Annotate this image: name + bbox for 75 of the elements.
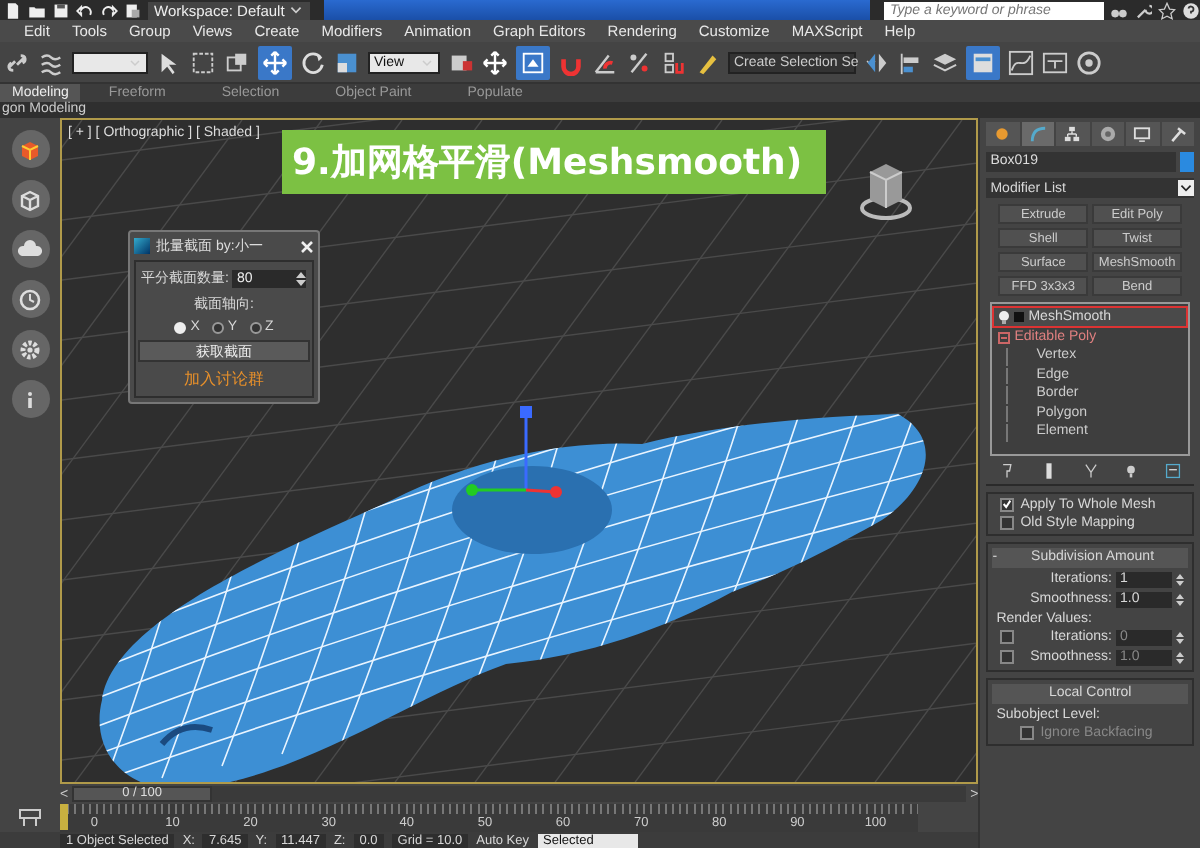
clock-icon: [16, 285, 44, 313]
close-icon[interactable]: [300, 239, 314, 253]
scale-icon[interactable]: [334, 49, 360, 75]
spinner-snap-icon[interactable]: [660, 49, 686, 75]
clock-button[interactable]: [11, 280, 49, 318]
display-icon: [1132, 124, 1153, 144]
align-icon[interactable]: [898, 49, 924, 75]
explorer-icon: [970, 49, 996, 75]
chevron-icon: [288, 2, 305, 18]
curve-graph-icon[interactable]: [1008, 49, 1034, 75]
command-panel-tab[interactable]: [986, 122, 1020, 146]
bulb-icon[interactable]: [1122, 461, 1141, 479]
angle-snap-icon[interactable]: [592, 49, 618, 75]
gear-button[interactable]: [11, 330, 49, 368]
percent-snap-icon[interactable]: [626, 49, 652, 75]
chevron-icon: [420, 55, 434, 69]
checkmark-icon: [1002, 498, 1013, 510]
view-cube-icon[interactable]: [860, 160, 913, 220]
keyframe-marker: [60, 804, 68, 830]
layers-icon[interactable]: [932, 49, 958, 75]
discussion-link[interactable]: 加入讨论群: [184, 368, 264, 390]
fork-icon[interactable]: [1081, 461, 1100, 479]
info-button[interactable]: [11, 380, 49, 418]
create-box-button[interactable]: [11, 130, 49, 168]
square-icon: [1014, 312, 1025, 322]
title-banner: 9.加网格平滑(Meshsmooth): [282, 130, 827, 194]
toolbar-button[interactable]: [258, 45, 292, 79]
collapse-icon[interactable]: [998, 331, 1011, 343]
spinner-arrows-icon[interactable]: [1176, 649, 1184, 665]
project-icon[interactable]: [124, 1, 142, 19]
toolbar-button[interactable]: [516, 45, 550, 79]
window-icon[interactable]: [224, 49, 250, 75]
undo-icon[interactable]: [76, 1, 94, 19]
command-panel-tab[interactable]: [1091, 122, 1125, 146]
redo-icon[interactable]: [100, 1, 118, 19]
wave-icon[interactable]: [38, 49, 64, 75]
star-icon[interactable]: [1158, 1, 1176, 19]
app-logo-icon: [134, 238, 150, 254]
spinner-arrows-icon[interactable]: [296, 269, 307, 287]
spinner-arrows-icon[interactable]: [1176, 591, 1184, 607]
chevron-icon: [1178, 180, 1194, 196]
hammer-icon: [1167, 124, 1188, 144]
motion-icon: [1097, 124, 1118, 144]
sun-icon: [992, 124, 1013, 144]
mirror-icon[interactable]: [864, 49, 890, 75]
hierarchy-icon: [1062, 124, 1083, 144]
command-panel-tab[interactable]: [1161, 122, 1195, 146]
curve-editor-icon[interactable]: [18, 808, 42, 828]
save-icon[interactable]: [52, 1, 70, 19]
rectangle-select-icon[interactable]: [190, 49, 216, 75]
wrench-icon[interactable]: [1134, 1, 1152, 19]
transform-gizmo-icon[interactable]: [466, 406, 562, 498]
spinner-arrows-icon[interactable]: [1176, 571, 1184, 587]
gear-icon: [16, 335, 44, 363]
command-panel-tab[interactable]: [1021, 122, 1055, 146]
rotate-icon[interactable]: [300, 49, 326, 75]
chevron-icon: [128, 55, 142, 69]
help-icon[interactable]: [1182, 1, 1200, 19]
cursor-icon[interactable]: [156, 49, 182, 75]
move-icon[interactable]: [482, 49, 508, 75]
filter-dropdown[interactable]: [72, 51, 148, 73]
link-icon[interactable]: [4, 49, 30, 75]
move-icon: [262, 49, 288, 75]
manipulate-icon: [520, 49, 546, 75]
bend-curve-icon: [1027, 124, 1048, 144]
cube-button[interactable]: [11, 180, 49, 218]
command-panel-tab[interactable]: [1056, 122, 1090, 146]
object-color-swatch[interactable]: [1180, 152, 1194, 172]
cloud-button[interactable]: [11, 230, 49, 268]
toolbar-button[interactable]: [966, 45, 1000, 79]
light-bulb-icon[interactable]: [998, 310, 1011, 324]
cube-icon: [16, 185, 44, 213]
spinner-arrows-icon[interactable]: [1176, 629, 1184, 645]
schematic-icon[interactable]: [1042, 49, 1068, 75]
command-panel-tab[interactable]: [1126, 122, 1160, 146]
